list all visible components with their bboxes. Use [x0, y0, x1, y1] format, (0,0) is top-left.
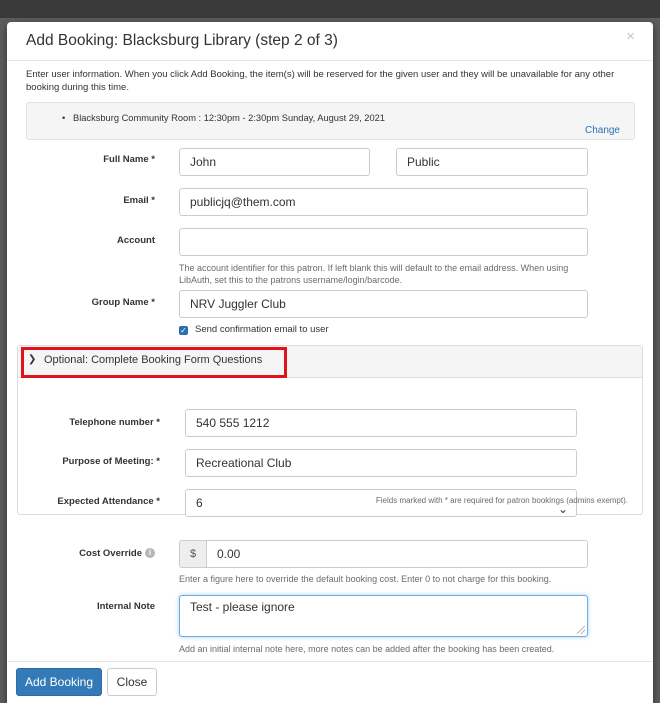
telephone-label: Telephone number * [69, 417, 160, 428]
intro-text: Enter user information. When you click A… [26, 69, 615, 93]
optional-panel-heading[interactable]: ❯ Optional: Complete Booking Form Questi… [18, 346, 642, 378]
account-input[interactable] [179, 228, 588, 256]
account-label: Account [117, 235, 155, 246]
email-label: Email * [123, 195, 155, 206]
attendance-value: 6 [196, 496, 203, 510]
chevron-down-icon: ❯ [28, 354, 37, 365]
add-booking-modal: Add Booking: Blacksburg Library (step 2 … [7, 22, 653, 703]
internal-note-label: Internal Note [96, 601, 155, 612]
cost-override-input[interactable]: 0.00 [206, 540, 588, 568]
group-name-label: Group Name * [91, 297, 155, 308]
optional-questions-panel: ❯ Optional: Complete Booking Form Questi… [17, 345, 643, 517]
telephone-input[interactable]: 540 555 1212 [185, 409, 577, 437]
change-link[interactable]: Change [585, 125, 620, 136]
send-confirmation-checkbox[interactable]: ✓ [179, 326, 188, 335]
email-input[interactable]: publicjq@them.com [179, 188, 588, 216]
close-icon[interactable]: × [626, 28, 635, 45]
summary-item: Blacksburg Community Room : 12:30pm - 2:… [62, 113, 385, 123]
info-icon[interactable]: i [145, 548, 155, 559]
full-name-label: Full Name * [103, 154, 155, 165]
cost-override-help: Enter a figure here to override the defa… [179, 574, 552, 584]
internal-note-textarea[interactable]: Test - please ignore [179, 595, 588, 637]
page-backdrop [0, 0, 660, 18]
send-confirmation-label: Send confirmation email to user [195, 324, 329, 335]
currency-addon: $ [179, 540, 207, 568]
internal-note-value: Test - please ignore [190, 600, 295, 614]
purpose-label: Purpose of Meeting: * [62, 456, 160, 467]
booking-summary: Blacksburg Community Room : 12:30pm - 2:… [26, 102, 635, 140]
cost-override-text: Cost Override [79, 548, 142, 559]
close-button[interactable]: Close [107, 668, 157, 696]
required-fields-note: Fields marked with * are required for pa… [375, 496, 628, 505]
add-booking-button[interactable]: Add Booking [16, 668, 102, 696]
purpose-input[interactable]: Recreational Club [185, 449, 577, 477]
cost-override-label: Cost Override i [47, 548, 155, 559]
optional-panel-title: Optional: Complete Booking Form Question… [44, 354, 263, 366]
account-help: The account identifier for this patron. … [179, 263, 569, 285]
first-name-input[interactable]: John [179, 148, 370, 176]
group-name-input[interactable]: NRV Juggler Club [179, 290, 588, 318]
resize-handle-icon[interactable] [577, 626, 585, 634]
modal-title: Add Booking: Blacksburg Library (step 2 … [26, 32, 338, 49]
footer-divider [7, 661, 653, 662]
last-name-input[interactable]: Public [396, 148, 588, 176]
internal-note-help: Add an initial internal note here, more … [179, 644, 555, 654]
modal-header: Add Booking: Blacksburg Library (step 2 … [7, 22, 653, 61]
attendance-label: Expected Attendance * [57, 496, 160, 507]
